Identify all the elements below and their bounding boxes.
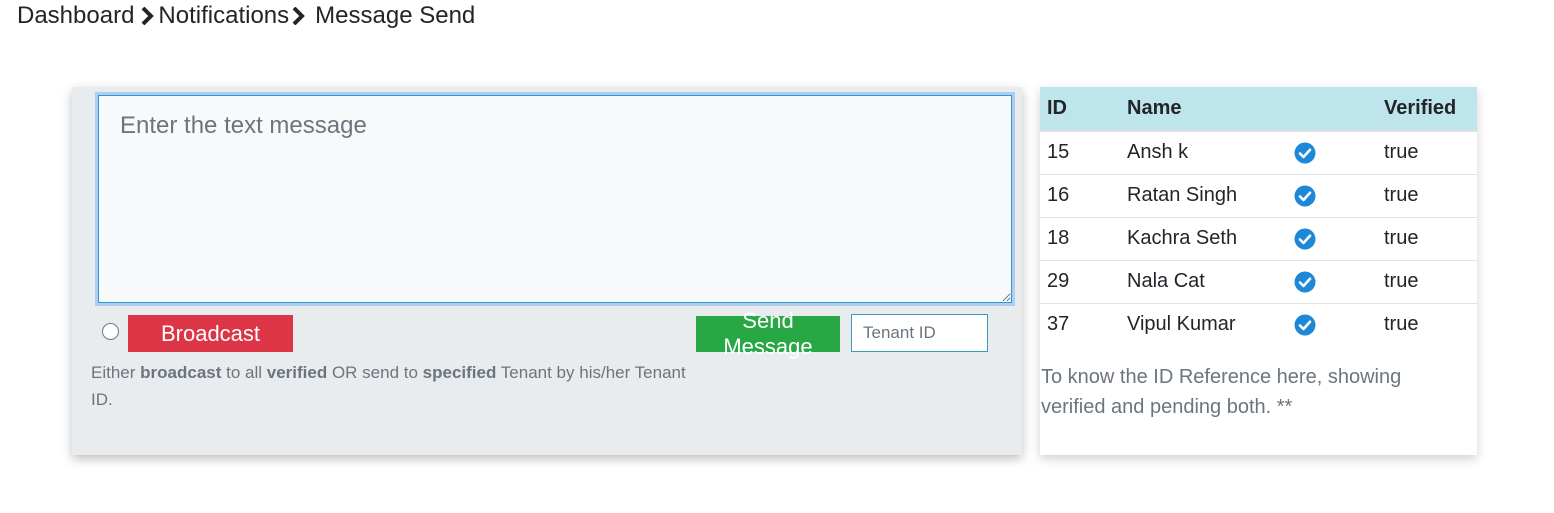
cell-name: Nala Cat (1120, 260, 1287, 304)
cell-icon (1287, 303, 1377, 346)
breadcrumb-message-send: Message Send (315, 2, 476, 29)
table-header-row: ID Name Verified (1040, 87, 1477, 132)
tenant-table: ID Name Verified 15 Ansh k true 16 Ratan Sin… (1040, 87, 1477, 346)
compose-panel: Broadcast Send Message Either broadcast … (72, 87, 1022, 455)
cell-id: 16 (1040, 174, 1120, 218)
table-row: 15 Ansh k true (1040, 131, 1477, 175)
broadcast-radio[interactable] (102, 323, 119, 340)
cell-icon (1287, 217, 1377, 261)
message-textarea[interactable] (98, 95, 1012, 303)
broadcast-label[interactable]: Broadcast (128, 315, 293, 352)
cell-name: Vipul Kumar (1127, 313, 1236, 336)
cell-id: 15 (1040, 131, 1120, 175)
cell-verified: true (1384, 313, 1419, 336)
cell-verified: true (1377, 174, 1477, 218)
table-row: 37 Vipul Kumar true (1040, 303, 1477, 346)
check-circle-icon (1294, 314, 1316, 336)
cell-icon (1287, 260, 1377, 304)
chevron-right-icon (140, 7, 156, 25)
check-circle-icon (1294, 185, 1316, 207)
help-text: Either broadcast to all verified OR send… (91, 363, 686, 409)
breadcrumb-notifications[interactable]: Notifications (158, 2, 289, 30)
tenant-id-input[interactable] (851, 314, 988, 352)
check-circle-icon (1294, 142, 1316, 164)
cell-verified: true (1377, 217, 1477, 261)
header-verified: Verified (1377, 87, 1477, 132)
table-row: 18 Kachra Seth true (1040, 217, 1477, 261)
cell-verified: true (1377, 131, 1477, 175)
send-message-button[interactable]: Send Message (696, 308, 840, 359)
header-id: ID (1040, 87, 1120, 132)
cell-icon (1287, 174, 1377, 218)
reference-note: To know the ID Reference here, showing v… (1041, 366, 1402, 418)
cell-id: 29 (1040, 260, 1120, 304)
check-circle-icon (1294, 228, 1316, 250)
cell-id: 18 (1040, 217, 1120, 261)
table-row: 29 Nala Cat true (1040, 260, 1477, 304)
breadcrumb: Dashboard Notifications Message Send (17, 0, 475, 32)
breadcrumb-dashboard[interactable]: Dashboard (17, 2, 134, 30)
table-row: 16 Ratan Singh true (1040, 174, 1477, 218)
header-spacer (1287, 87, 1377, 132)
tenant-reference-panel: ID Name Verified 15 Ansh k true 16 Ratan Sin… (1040, 87, 1477, 455)
cell-verified: true (1377, 260, 1477, 304)
header-name: Name (1120, 87, 1287, 132)
cell-id: 37 (1047, 313, 1070, 336)
chevron-right-icon (291, 7, 307, 25)
cell-name: Ratan Singh (1120, 174, 1287, 218)
cell-icon (1287, 131, 1377, 175)
check-circle-icon (1294, 271, 1316, 293)
cell-name: Kachra Seth (1120, 217, 1287, 261)
cell-name: Ansh k (1120, 131, 1287, 175)
